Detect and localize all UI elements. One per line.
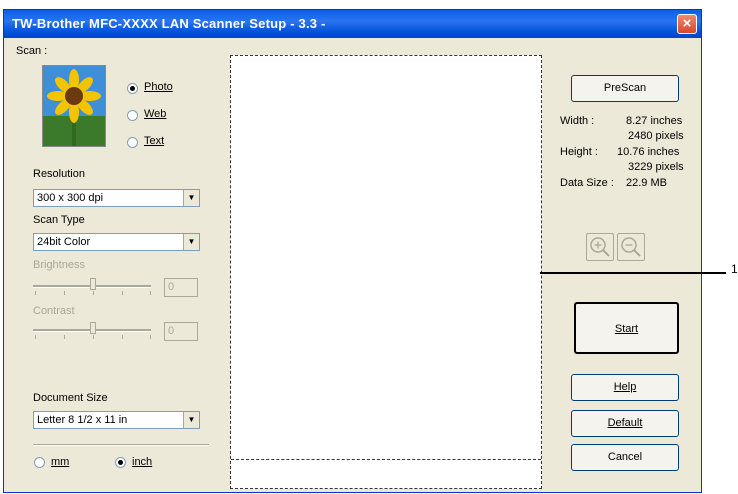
zoom-out-icon bbox=[621, 237, 641, 257]
brightness-value-field: 0 bbox=[164, 278, 198, 297]
help-button-label: Help bbox=[613, 381, 637, 393]
contrast-value-field: 0 bbox=[164, 322, 198, 341]
brightness-slider-thumb bbox=[90, 278, 96, 290]
sunflower-image-icon bbox=[43, 66, 105, 146]
inch-label[interactable]: inch bbox=[132, 456, 152, 468]
height-pixels: 3229 pixels bbox=[628, 161, 684, 173]
brightness-tick bbox=[93, 291, 94, 295]
prescan-button-label: PreScan bbox=[603, 82, 647, 94]
resolution-select[interactable]: 300 x 300 dpi ▼ bbox=[33, 189, 200, 207]
help-button[interactable]: Help bbox=[571, 374, 679, 401]
zoom-out-button[interactable] bbox=[617, 233, 645, 261]
document-size-select[interactable]: Letter 8 1/2 x 11 in ▼ bbox=[33, 411, 200, 429]
start-button-label: Start bbox=[614, 323, 639, 335]
web-label[interactable]: Web bbox=[144, 108, 166, 120]
units-separator bbox=[33, 444, 209, 446]
contrast-slider-thumb bbox=[90, 322, 96, 334]
resolution-label: Resolution bbox=[33, 168, 85, 180]
mm-radio[interactable] bbox=[34, 457, 45, 468]
brightness-label: Brightness bbox=[33, 259, 85, 271]
close-icon: × bbox=[682, 15, 692, 32]
window-title: TW-Brother MFC-XXXX LAN Scanner Setup - … bbox=[12, 16, 326, 31]
web-radio[interactable] bbox=[127, 110, 138, 121]
photo-label[interactable]: Photo bbox=[144, 81, 173, 93]
text-label[interactable]: Text bbox=[144, 135, 164, 147]
resolution-value: 300 x 300 dpi bbox=[37, 192, 104, 204]
scan-type-select[interactable]: 24bit Color ▼ bbox=[33, 233, 200, 251]
contrast-label: Contrast bbox=[33, 305, 75, 317]
start-button[interactable]: Start bbox=[574, 302, 679, 354]
scan-thumbnail bbox=[42, 65, 106, 147]
height-label: Height : bbox=[560, 146, 598, 158]
inch-radio[interactable] bbox=[115, 457, 126, 468]
scan-label: Scan : bbox=[16, 45, 48, 57]
height-inches: 10.76 inches bbox=[617, 146, 680, 158]
chevron-down-icon[interactable]: ▼ bbox=[183, 412, 199, 428]
contrast-tick bbox=[35, 335, 36, 339]
title-bar[interactable]: TW-Brother MFC-XXXX LAN Scanner Setup - … bbox=[4, 10, 701, 38]
zoom-in-button[interactable] bbox=[586, 233, 614, 261]
brightness-tick bbox=[150, 291, 151, 295]
brightness-tick bbox=[35, 291, 36, 295]
contrast-tick bbox=[64, 335, 65, 339]
contrast-tick bbox=[122, 335, 123, 339]
brightness-tick bbox=[64, 291, 65, 295]
cancel-button-label: Cancel bbox=[607, 451, 643, 463]
scan-type-label: Scan Type bbox=[33, 214, 85, 226]
close-button[interactable]: × bbox=[677, 14, 697, 34]
zoom-in-icon bbox=[590, 237, 610, 257]
prescan-button[interactable]: PreScan bbox=[571, 75, 679, 102]
width-pixels: 2480 pixels bbox=[628, 130, 684, 142]
chevron-down-icon[interactable]: ▼ bbox=[183, 190, 199, 206]
scan-type-value: 24bit Color bbox=[37, 236, 91, 248]
default-button[interactable]: Default bbox=[571, 410, 679, 437]
chevron-down-icon[interactable]: ▼ bbox=[183, 234, 199, 250]
scan-preview-area[interactable] bbox=[230, 55, 542, 489]
callout-line bbox=[540, 272, 726, 274]
contrast-tick bbox=[150, 335, 151, 339]
width-inches: 8.27 inches bbox=[626, 115, 683, 127]
preview-bottom-edge bbox=[231, 459, 541, 460]
width-label: Width : bbox=[560, 115, 595, 127]
mm-label[interactable]: mm bbox=[51, 456, 69, 468]
default-button-label: Default bbox=[607, 417, 643, 429]
datasize-label: Data Size : bbox=[560, 177, 614, 189]
scanner-setup-window: TW-Brother MFC-XXXX LAN Scanner Setup - … bbox=[3, 9, 702, 493]
brightness-tick bbox=[122, 291, 123, 295]
cancel-button[interactable]: Cancel bbox=[571, 444, 679, 471]
text-radio[interactable] bbox=[127, 137, 138, 148]
document-size-value: Letter 8 1/2 x 11 in bbox=[37, 414, 128, 426]
callout-number: 1 bbox=[731, 262, 738, 276]
photo-radio[interactable] bbox=[127, 83, 138, 94]
contrast-tick bbox=[93, 335, 94, 339]
datasize-value: 22.9 MB bbox=[626, 177, 667, 189]
document-size-label: Document Size bbox=[33, 392, 108, 404]
